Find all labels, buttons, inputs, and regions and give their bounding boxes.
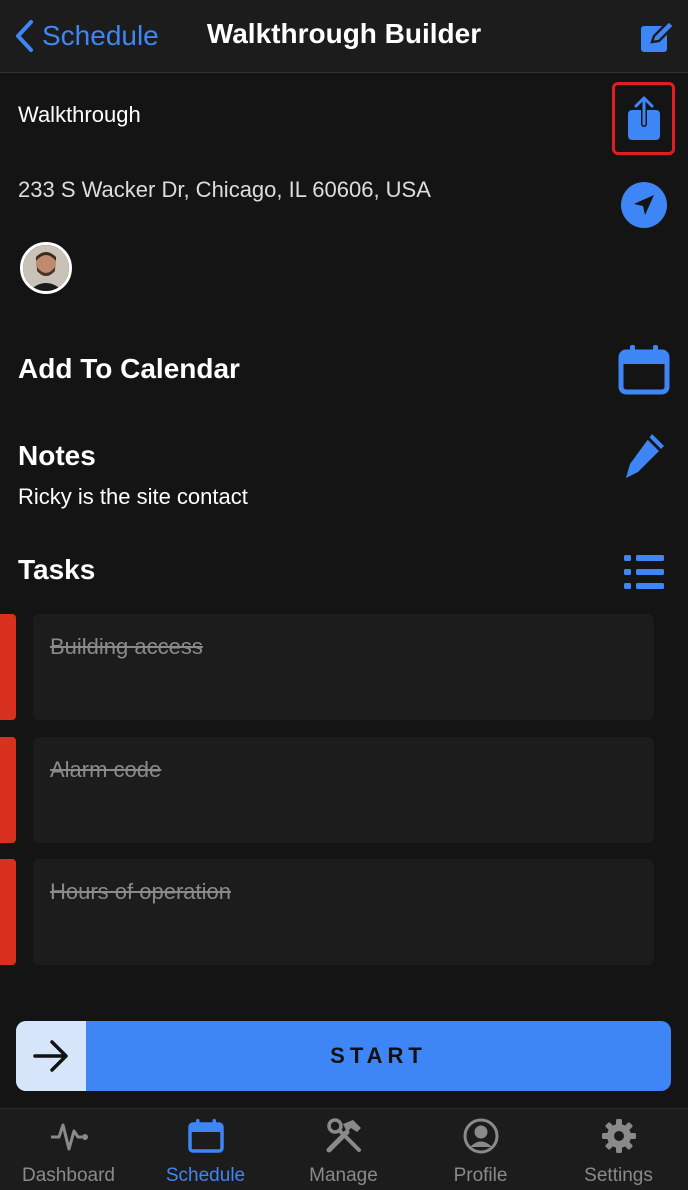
task-status-marker bbox=[0, 737, 16, 843]
list-icon bbox=[624, 555, 664, 589]
start-slider-button[interactable]: START bbox=[16, 1021, 671, 1091]
tab-label: Manage bbox=[309, 1165, 378, 1186]
tab-profile[interactable]: Profile bbox=[412, 1109, 549, 1190]
task-label: Hours of operation bbox=[50, 879, 231, 904]
task-item[interactable]: Alarm code bbox=[33, 737, 654, 843]
task-status-marker bbox=[0, 614, 16, 720]
task-list-button[interactable] bbox=[622, 552, 666, 592]
task-label: Alarm code bbox=[50, 757, 162, 782]
start-label: START bbox=[330, 1043, 427, 1068]
slide-handle[interactable] bbox=[16, 1021, 86, 1091]
navigate-button[interactable] bbox=[621, 182, 667, 228]
calendar-icon bbox=[187, 1119, 224, 1153]
tab-label: Settings bbox=[584, 1165, 653, 1186]
edit-button[interactable] bbox=[638, 18, 678, 54]
tab-label: Schedule bbox=[165, 1165, 246, 1186]
address-text: 233 S Wacker Dr, Chicago, IL 60606, USA bbox=[18, 177, 431, 202]
pencil-icon bbox=[626, 434, 664, 478]
share-button[interactable] bbox=[612, 82, 675, 155]
tab-bar: Dashboard Schedule Manage Profile Settin… bbox=[0, 1108, 688, 1190]
back-button[interactable]: Schedule bbox=[14, 16, 159, 56]
nav-header: Walkthrough Builder Schedule bbox=[0, 0, 688, 73]
calendar-icon bbox=[618, 345, 670, 395]
tab-manage[interactable]: Manage bbox=[275, 1109, 412, 1190]
add-to-calendar-label: Add To Calendar bbox=[18, 353, 240, 384]
arrow-right-icon bbox=[33, 1040, 68, 1072]
tab-schedule[interactable]: Schedule bbox=[137, 1109, 274, 1190]
tools-icon bbox=[326, 1118, 361, 1153]
gear-icon bbox=[601, 1119, 636, 1153]
tab-dashboard[interactable]: Dashboard bbox=[0, 1109, 137, 1190]
chevron-left-icon bbox=[16, 20, 33, 52]
walkthrough-type-label: Walkthrough bbox=[18, 102, 141, 127]
user-photo-icon bbox=[23, 245, 69, 291]
task-status-marker bbox=[0, 859, 16, 965]
notes-text: Ricky is the site contact bbox=[18, 484, 248, 509]
pulse-icon bbox=[50, 1123, 88, 1151]
add-to-calendar-button[interactable] bbox=[618, 344, 670, 396]
tab-label: Profile bbox=[453, 1165, 508, 1186]
assignee-avatar[interactable] bbox=[20, 242, 72, 294]
task-item[interactable]: Building access bbox=[33, 614, 654, 720]
share-icon bbox=[627, 95, 660, 140]
task-item[interactable]: Hours of operation bbox=[33, 859, 654, 965]
notes-heading: Notes bbox=[18, 440, 96, 471]
user-icon bbox=[463, 1118, 498, 1154]
task-label: Building access bbox=[50, 634, 203, 659]
edit-icon bbox=[641, 19, 676, 52]
tab-settings[interactable]: Settings bbox=[550, 1109, 687, 1190]
tab-label: Dashboard bbox=[22, 1165, 115, 1186]
location-arrow-icon bbox=[634, 195, 654, 215]
edit-notes-button[interactable] bbox=[622, 432, 666, 480]
back-button-label: Schedule bbox=[42, 20, 159, 51]
tasks-heading: Tasks bbox=[18, 554, 96, 585]
